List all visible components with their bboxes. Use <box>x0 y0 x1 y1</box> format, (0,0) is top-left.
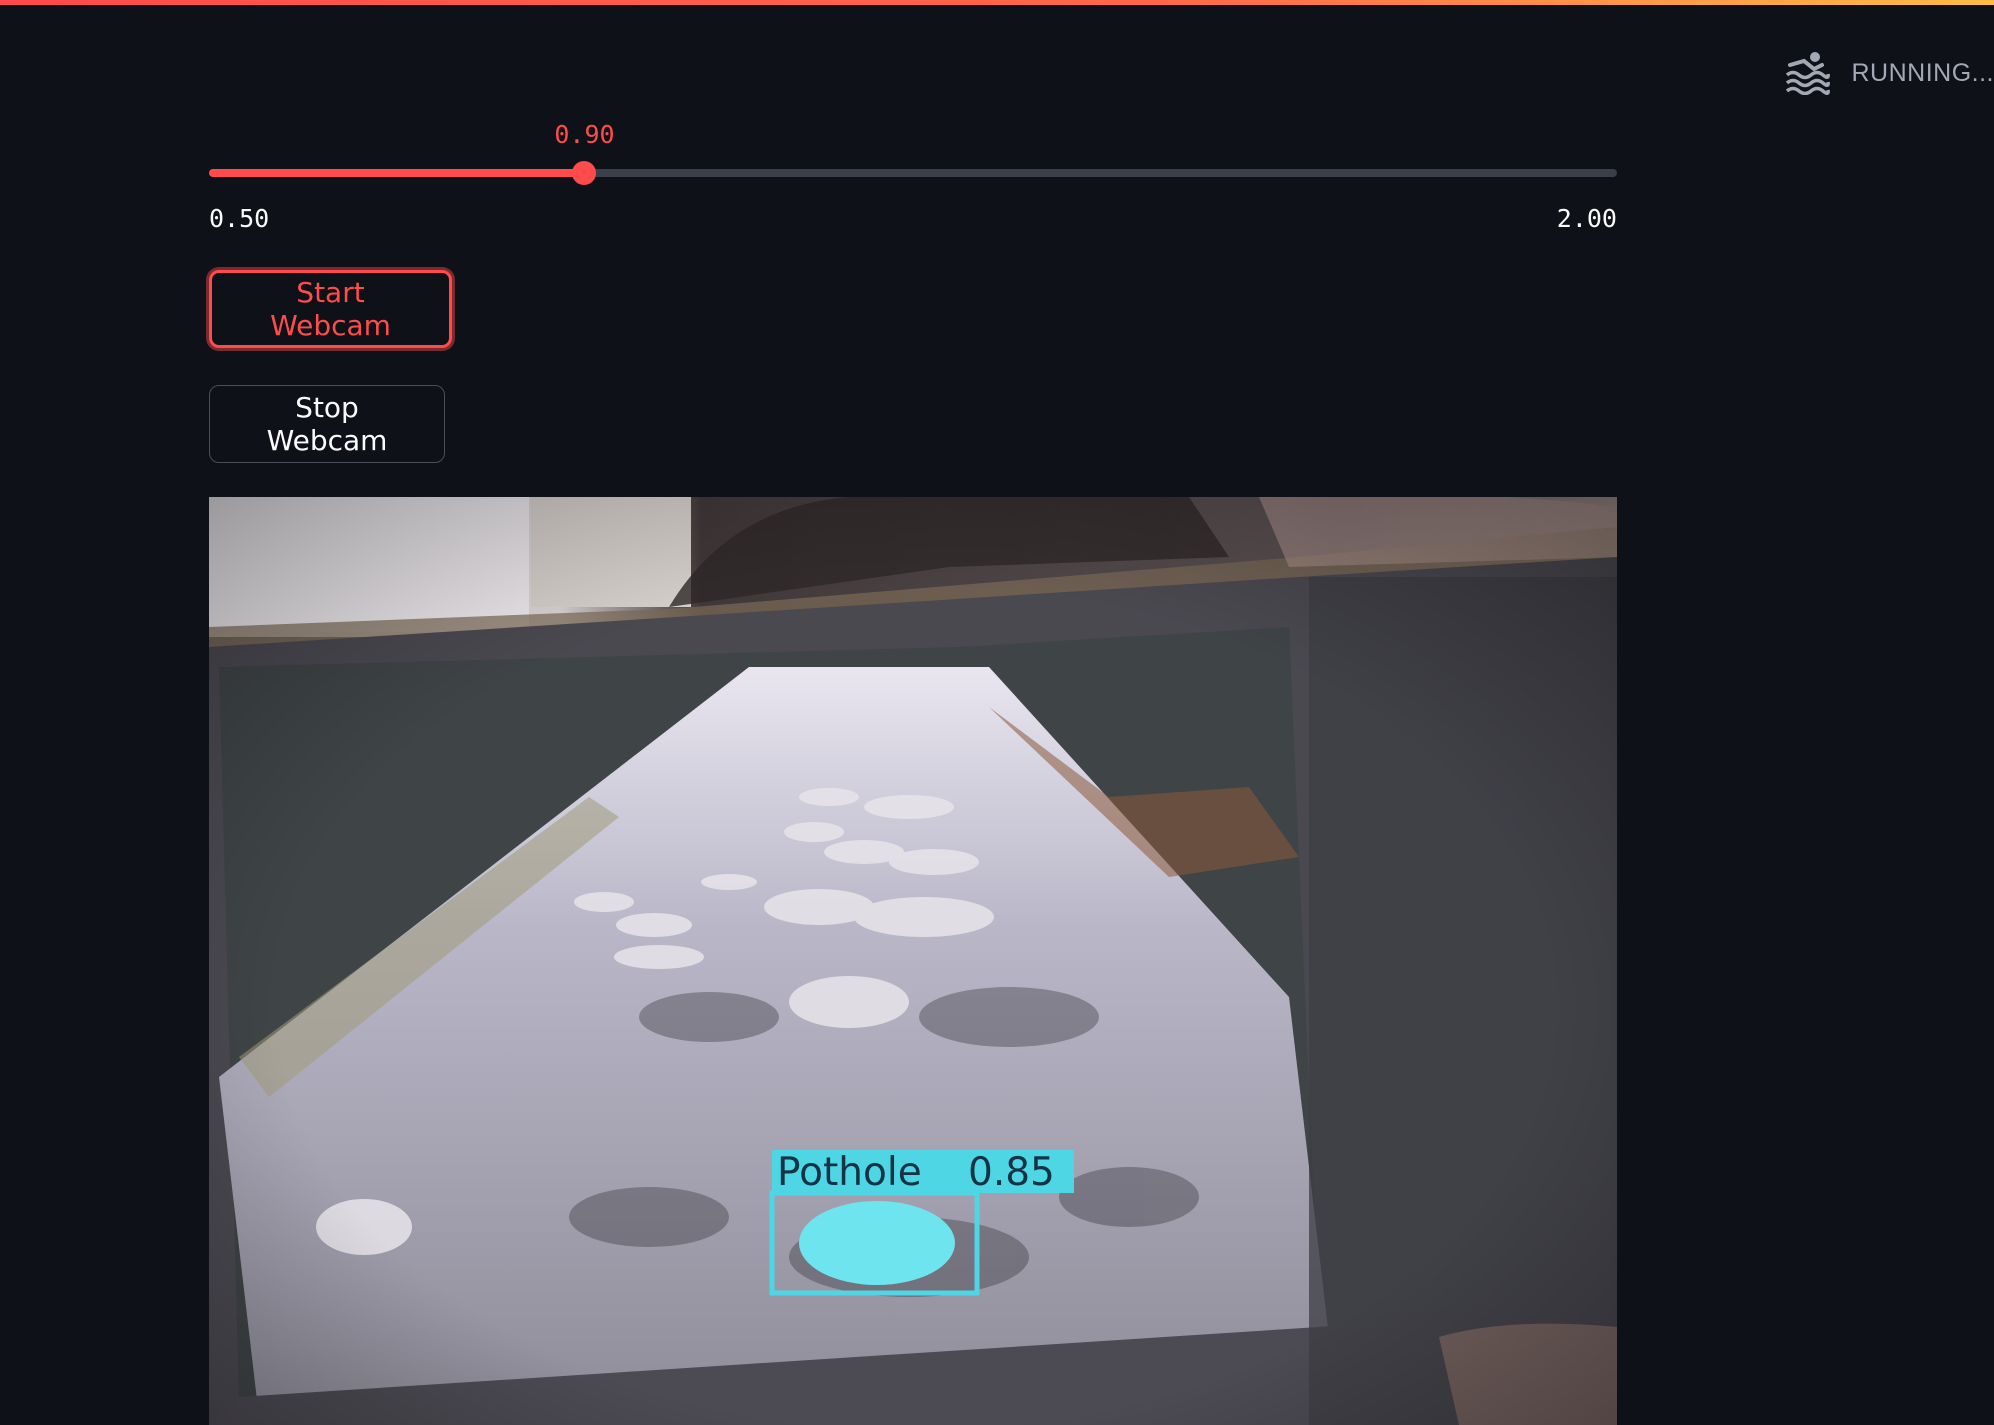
slider-thumb[interactable] <box>572 161 597 185</box>
webcam-image: Pothole 0.85 <box>209 497 1617 1425</box>
detection-class-label: Pothole <box>777 1150 922 1195</box>
slider-max-label: 2.00 <box>1556 204 1617 233</box>
status-text: RUNNING... <box>1851 58 1994 87</box>
slider-fill <box>209 169 585 177</box>
stop-webcam-button[interactable]: Stop Webcam <box>209 385 445 463</box>
slider-min-label: 0.50 <box>209 204 270 233</box>
swimmer-icon <box>1784 51 1830 95</box>
running-status: RUNNING... <box>1784 48 1994 98</box>
slider-track[interactable] <box>209 169 1617 177</box>
top-decoration-bar <box>0 0 1994 5</box>
detection-confidence-label: 0.85 <box>968 1150 1055 1195</box>
slider-value-label: 0.90 <box>554 120 615 149</box>
threshold-slider[interactable]: 0.90 0.50 2.00 <box>209 120 1617 240</box>
webcam-frame: Pothole 0.85 <box>209 497 1617 1425</box>
start-webcam-button[interactable]: Start Webcam <box>209 270 452 348</box>
